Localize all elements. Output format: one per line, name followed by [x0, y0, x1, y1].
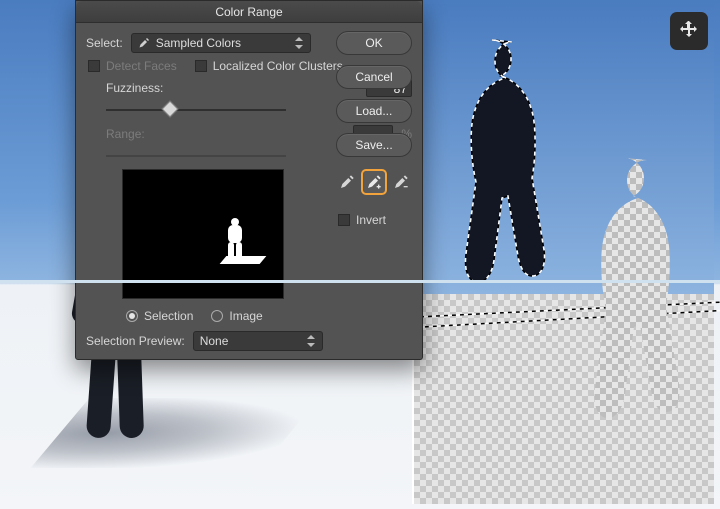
- select-label: Select:: [86, 36, 123, 50]
- selection-preview-thumbnail[interactable]: [122, 169, 284, 299]
- detect-faces-label: Detect Faces: [106, 59, 177, 73]
- move-arrows-icon: [677, 19, 701, 43]
- select-dropdown[interactable]: Sampled Colors: [131, 33, 311, 53]
- invert-label: Invert: [356, 213, 386, 227]
- selection-preview-value: None: [200, 334, 229, 348]
- eyedropper-sample-tool[interactable]: [336, 171, 357, 193]
- localized-clusters-checkbox[interactable]: Localized Color Clusters: [195, 59, 343, 73]
- selection-preview-dropdown[interactable]: None: [193, 331, 323, 351]
- eyedropper-minus-icon: [393, 174, 409, 190]
- silhouette-figure-transparent: [534, 154, 714, 474]
- radio-selection-label: Selection: [144, 309, 193, 323]
- radio-selection[interactable]: Selection: [126, 309, 193, 323]
- fuzziness-label: Fuzziness:: [106, 81, 163, 95]
- select-value: Sampled Colors: [156, 36, 241, 50]
- invert-checkbox[interactable]: Invert: [336, 213, 412, 227]
- load-button[interactable]: Load...: [336, 99, 412, 123]
- selection-preview-label: Selection Preview:: [86, 334, 185, 348]
- move-tool-handle[interactable]: [670, 12, 708, 50]
- color-range-dialog: Color Range Select: Sampled Colors Detec…: [75, 0, 423, 360]
- ok-button[interactable]: OK: [336, 31, 412, 55]
- range-slider: [106, 149, 286, 163]
- checkbox-icon: [88, 60, 100, 72]
- radio-image-label: Image: [229, 309, 262, 323]
- range-label: Range:: [106, 127, 145, 141]
- preview-shadow: [220, 256, 267, 264]
- radio-icon: [211, 310, 223, 322]
- eyedropper-subtract-tool[interactable]: [391, 171, 412, 193]
- radio-icon: [126, 310, 138, 322]
- save-button[interactable]: Save...: [336, 133, 412, 157]
- eyedropper-plus-icon: [366, 174, 382, 190]
- fuzziness-slider[interactable]: [106, 103, 286, 117]
- eyedropper-add-tool[interactable]: [363, 171, 384, 193]
- detect-faces-checkbox: Detect Faces: [88, 59, 177, 73]
- localized-label: Localized Color Clusters: [213, 59, 343, 73]
- dialog-button-column: OK Cancel Load... Save...: [336, 31, 412, 227]
- dialog-body: Select: Sampled Colors Detect Faces Loca…: [76, 23, 422, 359]
- radio-image[interactable]: Image: [211, 309, 262, 323]
- canvas-right-panel: [412, 4, 714, 504]
- checkbox-icon: [195, 60, 207, 72]
- checkbox-icon: [338, 214, 350, 226]
- chevron-updown-icon: [306, 335, 316, 347]
- eyedropper-icon: [138, 37, 150, 49]
- cancel-button[interactable]: Cancel: [336, 65, 412, 89]
- eyedropper-tool-row: [336, 171, 412, 193]
- document-canvas: Color Range Select: Sampled Colors Detec…: [0, 0, 720, 509]
- dialog-title[interactable]: Color Range: [76, 1, 422, 23]
- preview-mode-radios: Selection Image: [126, 309, 412, 323]
- eyedropper-icon: [339, 174, 355, 190]
- chevron-updown-icon: [294, 37, 304, 49]
